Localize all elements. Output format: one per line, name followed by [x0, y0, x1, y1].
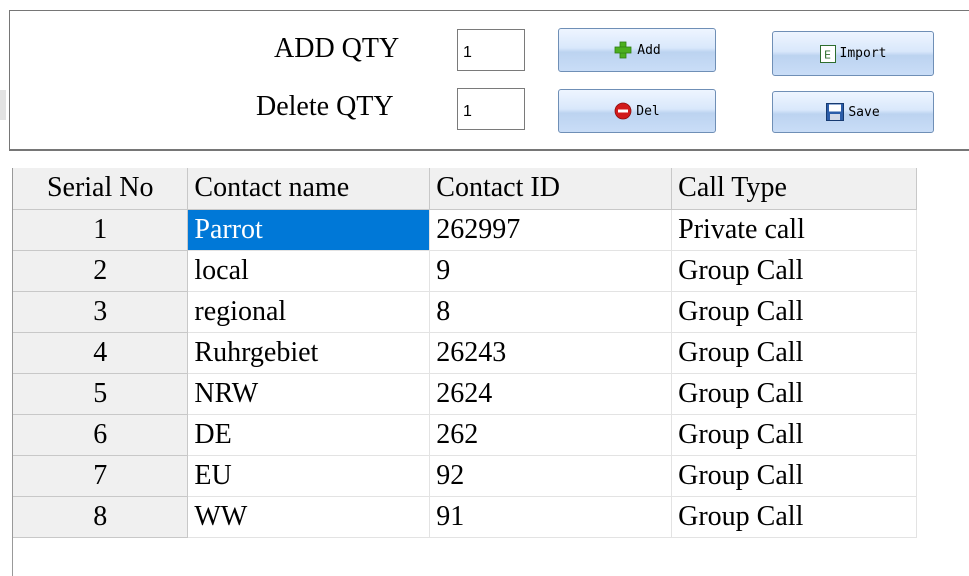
contact-id-cell[interactable]: 26243 [429, 332, 673, 374]
call-type-cell[interactable]: Group Call [671, 496, 917, 538]
minus-circle-icon [614, 102, 632, 120]
column-header-call-type[interactable]: Call Type [671, 168, 917, 210]
contact-name-cell[interactable]: Ruhrgebiet [187, 332, 431, 374]
add-qty-input[interactable] [457, 29, 525, 71]
row-serial[interactable]: 4 [13, 332, 189, 374]
excel-icon: E [819, 44, 836, 63]
contact-name-cell[interactable]: Parrot [187, 209, 431, 251]
add-button-label: Add [637, 42, 661, 58]
table-row[interactable]: 8 WW 91 Group Call [13, 496, 917, 538]
save-button-label: Save [848, 104, 880, 120]
row-serial[interactable]: 2 [13, 250, 189, 292]
table-row[interactable]: 5 NRW 2624 Group Call [13, 373, 917, 415]
row-serial[interactable]: 6 [13, 414, 189, 456]
contact-id-cell[interactable]: 9 [429, 250, 673, 292]
row-serial[interactable]: 8 [13, 496, 189, 538]
import-button-label: Import [839, 46, 887, 61]
table-header-row: Serial No Contact name Contact ID Call T… [13, 168, 917, 210]
contact-id-cell[interactable]: 262997 [429, 209, 673, 251]
window-edge [0, 90, 6, 120]
call-type-cell[interactable]: Group Call [671, 373, 917, 415]
del-button[interactable]: Del [558, 89, 716, 133]
column-header-contact-name[interactable]: Contact name [187, 168, 431, 210]
table-row[interactable]: 6 DE 262 Group Call [13, 414, 917, 456]
save-button[interactable]: Save [772, 91, 934, 133]
table-row[interactable]: 4 Ruhrgebiet 26243 Group Call [13, 332, 917, 374]
add-button[interactable]: Add [558, 28, 716, 72]
contact-id-cell[interactable]: 92 [429, 455, 673, 497]
call-type-cell[interactable]: Group Call [671, 455, 917, 497]
contact-id-cell[interactable]: 2624 [429, 373, 673, 415]
toolbar-panel: ADD QTY Delete QTY Add Del E [9, 10, 969, 151]
contact-id-cell[interactable]: 8 [429, 291, 673, 333]
contacts-table: Serial No Contact name Contact ID Call T… [12, 168, 917, 576]
delete-qty-input[interactable] [457, 88, 525, 130]
svg-text:E: E [824, 48, 831, 61]
contact-id-cell[interactable]: 91 [429, 496, 673, 538]
contact-name-cell[interactable]: local [187, 250, 431, 292]
call-type-cell[interactable]: Group Call [671, 291, 917, 333]
table-row[interactable]: 1 Parrot 262997 Private call [13, 209, 917, 251]
table-row[interactable]: 2 local 9 Group Call [13, 250, 917, 292]
contact-name-cell[interactable]: DE [187, 414, 431, 456]
call-type-cell[interactable]: Group Call [671, 250, 917, 292]
plus-icon [613, 41, 633, 59]
contact-name-cell[interactable]: regional [187, 291, 431, 333]
import-button[interactable]: E Import [772, 31, 934, 76]
add-qty-label: ADD QTY [274, 33, 400, 64]
row-serial[interactable]: 1 [13, 209, 189, 251]
floppy-disk-icon [826, 103, 845, 121]
row-serial[interactable]: 3 [13, 291, 189, 333]
contact-name-cell[interactable]: NRW [187, 373, 431, 415]
column-header-contact-id[interactable]: Contact ID [429, 168, 673, 210]
call-type-cell[interactable]: Private call [671, 209, 917, 251]
row-serial[interactable]: 7 [13, 455, 189, 497]
call-type-cell[interactable]: Group Call [671, 414, 917, 456]
column-header-serial-no[interactable]: Serial No [13, 168, 189, 210]
contact-name-cell[interactable]: WW [187, 496, 431, 538]
delete-qty-label: Delete QTY [256, 91, 394, 122]
call-type-cell[interactable]: Group Call [671, 332, 917, 374]
table-row[interactable]: 3 regional 8 Group Call [13, 291, 917, 333]
row-serial[interactable]: 5 [13, 373, 189, 415]
contact-name-cell[interactable]: EU [187, 455, 431, 497]
del-button-label: Del [636, 103, 660, 119]
table-row[interactable]: 7 EU 92 Group Call [13, 455, 917, 497]
contact-id-cell[interactable]: 262 [429, 414, 673, 456]
